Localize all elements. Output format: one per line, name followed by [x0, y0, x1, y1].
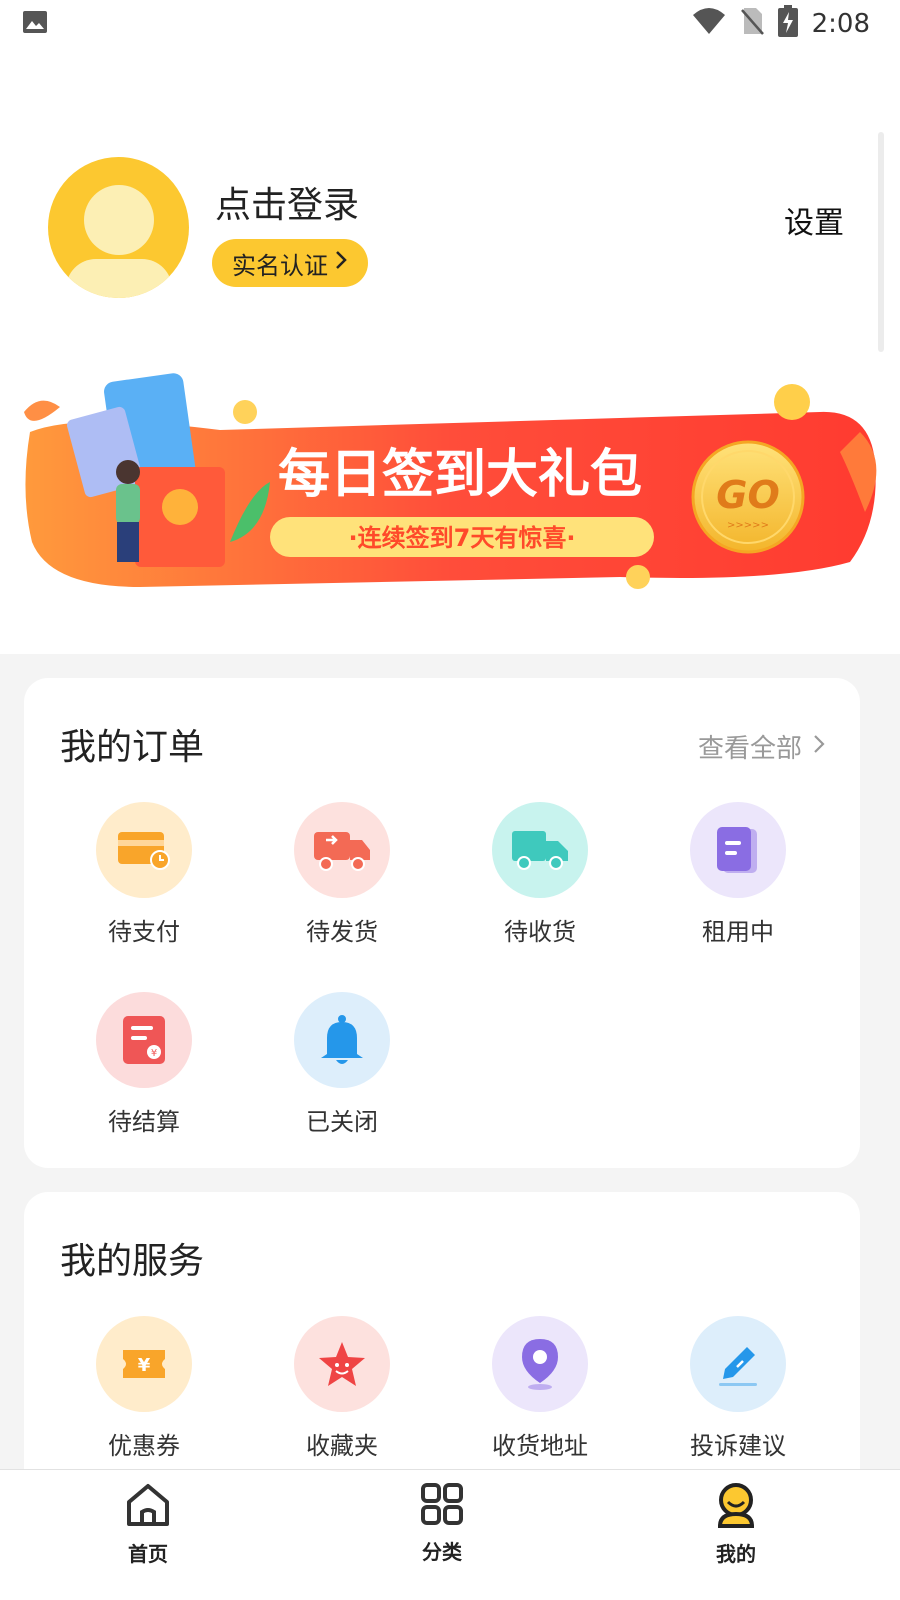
profile-header: 点击登录 实名认证 设置 — [0, 150, 900, 310]
order-closed[interactable]: 已关闭 — [252, 992, 432, 1137]
banner-title: 每日签到大礼包 — [278, 445, 642, 505]
verify-label: 实名认证 — [232, 251, 328, 280]
service-addresses[interactable]: 收货地址 — [450, 1316, 630, 1461]
service-favorites[interactable]: 收藏夹 — [252, 1316, 432, 1461]
nav-label: 首页 — [128, 1542, 168, 1566]
bell-icon — [294, 992, 390, 1088]
order-label: 租用中 — [702, 918, 774, 946]
status-time: 2:08 — [811, 9, 870, 39]
banner-subtitle: ·连续签到7天有惊喜· — [349, 524, 576, 552]
view-all-orders-link[interactable]: 查看全部 — [698, 728, 826, 765]
nav-mine[interactable]: 我的 — [676, 1482, 796, 1567]
order-pending-settlement[interactable]: ¥ 待结算 — [54, 992, 234, 1137]
card-icon — [96, 802, 192, 898]
go-arrows: >>>>> — [727, 520, 769, 531]
nav-home[interactable]: 首页 — [88, 1482, 208, 1567]
order-label: 已关闭 — [306, 1108, 378, 1136]
nav-label: 我的 — [716, 1542, 756, 1566]
svg-text:¥: ¥ — [138, 1355, 151, 1376]
orders-title: 我的订单 — [60, 727, 205, 768]
login-link[interactable]: 点击登录 — [215, 176, 359, 228]
service-feedback[interactable]: 投诉建议 — [648, 1316, 828, 1461]
service-label: 投诉建议 — [690, 1432, 786, 1460]
coupon-icon: ¥ — [96, 1316, 192, 1412]
home-icon — [125, 1484, 171, 1532]
location-pin-icon — [492, 1316, 588, 1412]
nav-label: 分类 — [422, 1540, 462, 1564]
order-pending-payment[interactable]: 待支付 — [54, 802, 234, 947]
delivery-truck-icon — [492, 802, 588, 898]
services-card: 我的服务 ¥ 优惠券 收藏夹 收货地址 投诉建议 — [24, 1192, 860, 1492]
service-coupons[interactable]: ¥ 优惠券 — [54, 1316, 234, 1461]
go-label: GO — [716, 473, 780, 517]
settings-button[interactable]: 设置 — [784, 198, 844, 242]
battery-charging-icon — [777, 4, 798, 44]
daily-checkin-banner[interactable]: 每日签到大礼包 ·连续签到7天有惊喜· GO >>>>> — [20, 372, 880, 602]
grid-icon — [420, 1483, 464, 1530]
order-label: 待发货 — [306, 918, 378, 946]
scroll-indicator — [878, 132, 884, 352]
avatar-body-shape — [66, 259, 172, 298]
status-bar: 2:08 — [0, 0, 900, 48]
nav-category[interactable]: 分类 — [382, 1482, 502, 1565]
service-label: 收藏夹 — [306, 1432, 378, 1460]
order-pending-receipt[interactable]: 待收货 — [450, 802, 630, 947]
view-all-label: 查看全部 — [697, 734, 802, 764]
wifi-icon — [692, 7, 726, 42]
avatar[interactable] — [48, 157, 189, 298]
svg-text:¥: ¥ — [151, 1048, 157, 1059]
real-name-verify-button[interactable]: 实名认证 — [212, 239, 368, 287]
service-label: 优惠券 — [108, 1432, 180, 1460]
order-label: 待收货 — [504, 918, 576, 946]
service-label: 收货地址 — [492, 1432, 588, 1460]
avatar-head-shape — [84, 185, 154, 255]
orders-card: 我的订单 查看全部 待支付 待发货 待收货 租用中 ¥ 待结算 已关闭 — [24, 678, 860, 1168]
feedback-edit-icon — [690, 1316, 786, 1412]
chevron-right-icon — [812, 732, 826, 762]
star-icon — [294, 1316, 390, 1412]
order-label: 待支付 — [108, 918, 180, 946]
document-icon — [690, 802, 786, 898]
order-renting[interactable]: 租用中 — [648, 802, 828, 947]
order-label: 待结算 — [108, 1108, 180, 1136]
profile-icon — [714, 1483, 758, 1532]
no-sim-icon — [740, 6, 764, 43]
truck-icon — [294, 802, 390, 898]
bill-icon: ¥ — [96, 992, 192, 1088]
services-title: 我的服务 — [60, 1241, 205, 1282]
gallery-notification-icon — [22, 10, 48, 38]
bottom-navigation: 首页 分类 我的 — [0, 1469, 900, 1600]
chevron-right-icon — [334, 249, 348, 277]
order-pending-shipment[interactable]: 待发货 — [252, 802, 432, 947]
